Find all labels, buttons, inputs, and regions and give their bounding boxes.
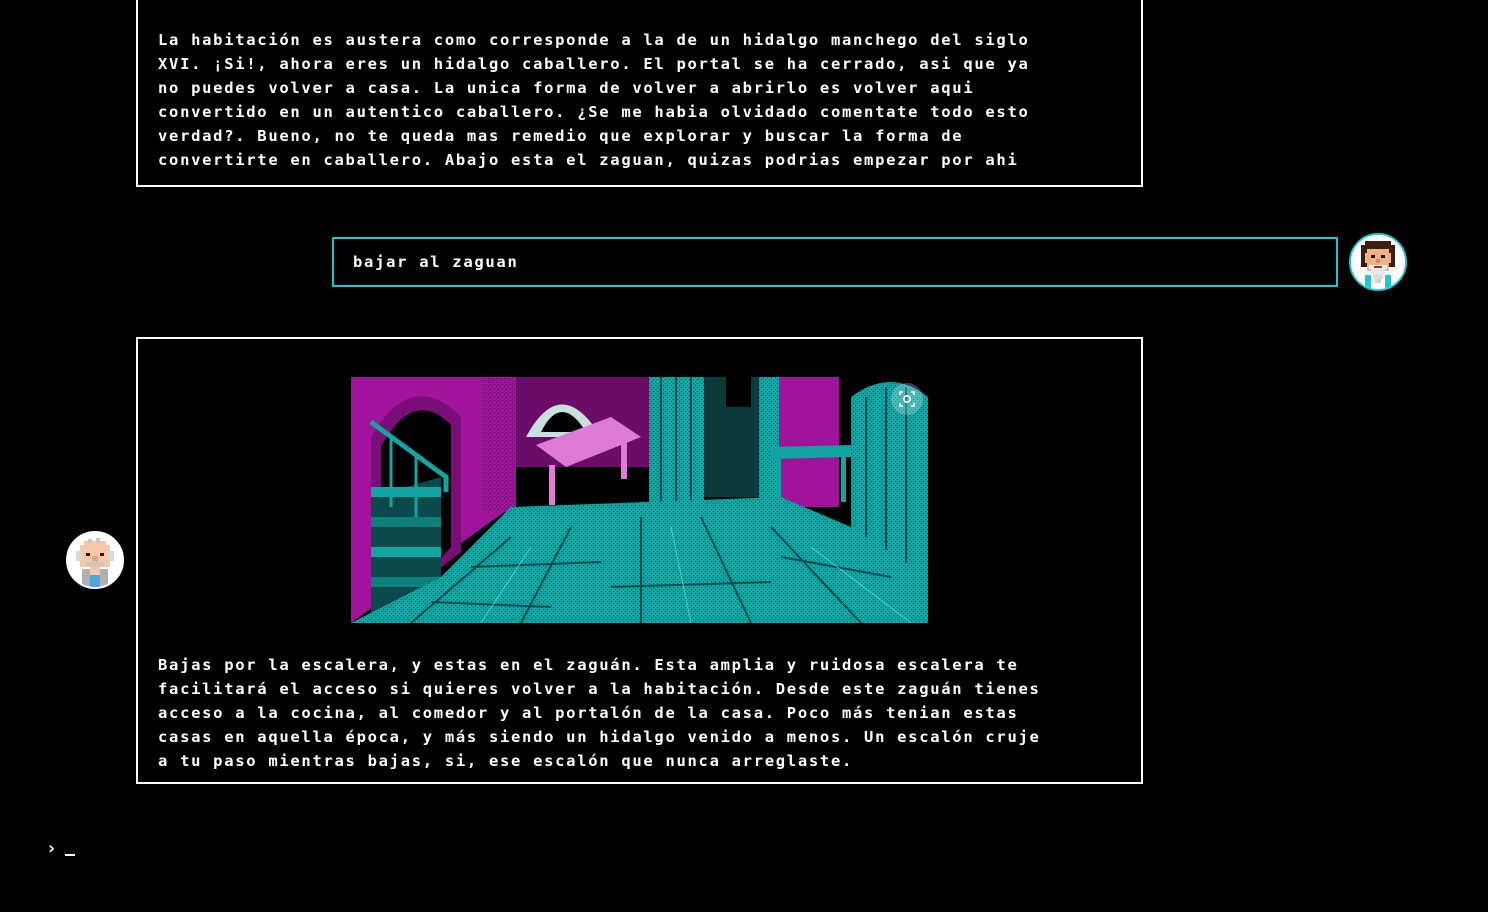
narrator-message-text: La habitación es austera como correspond… [158,31,1030,169]
narrator-message-text: Bajas por la escalera, y estas en el zag… [158,656,1041,770]
user-command-text: bajar al zaguan [353,253,519,271]
zaguan-scene-image [351,377,928,623]
narrator-message: La habitación es austera como correspond… [136,0,1143,187]
narrator-message-with-image: Bajas por la escalera, y estas en el zag… [136,337,1143,784]
bearded-man-avatar-icon [1349,233,1407,291]
command-prompt[interactable]: › [46,838,75,859]
user-command-bubble: bajar al zaguan [332,237,1338,287]
lens-icon[interactable] [891,383,923,415]
chat-page: La habitación es austera como correspond… [0,0,1488,912]
old-man-avatar-icon [66,531,124,589]
prompt-symbol: › [46,838,57,859]
text-cursor [64,854,75,856]
